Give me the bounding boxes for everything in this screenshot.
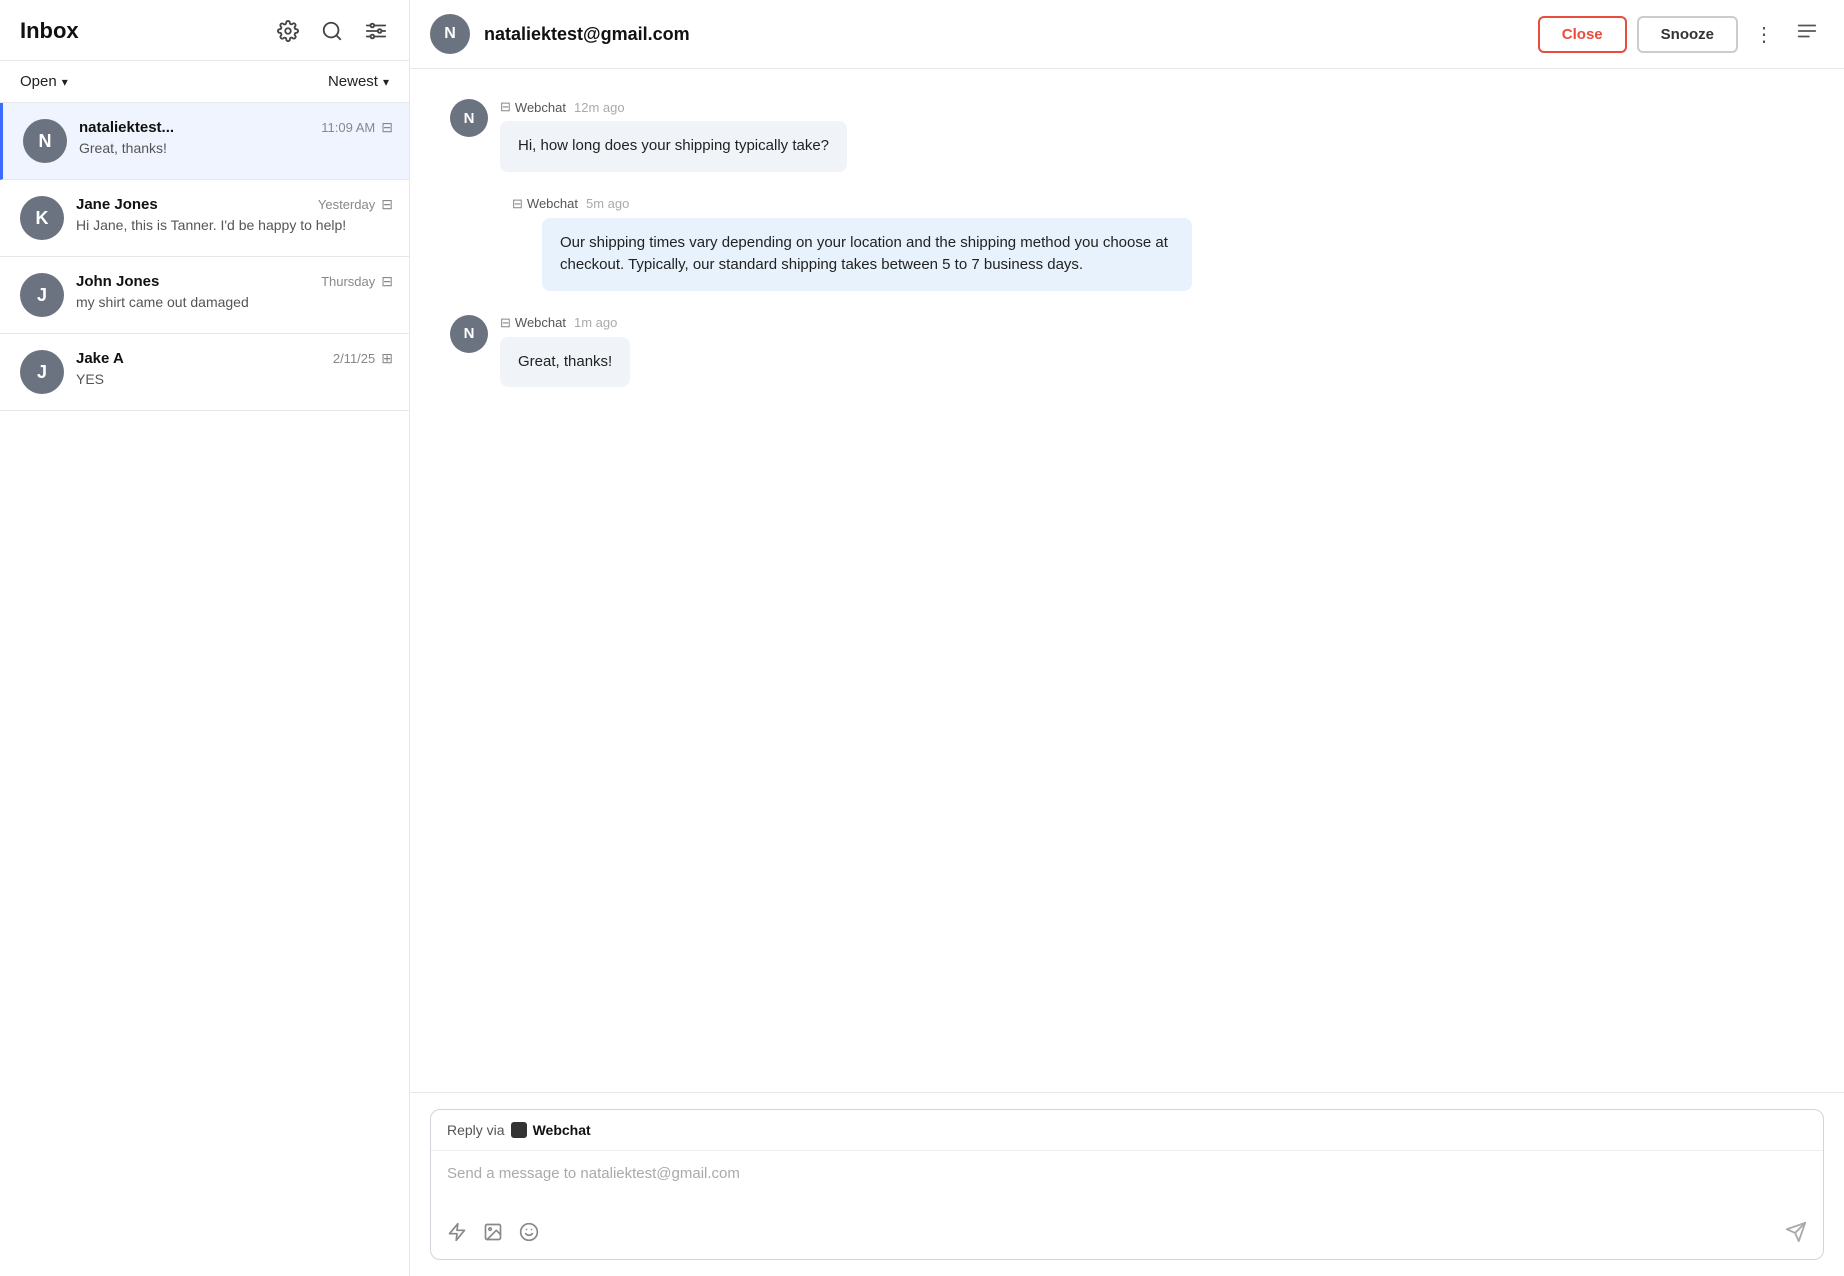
reply-header: Reply via Webchat xyxy=(431,1110,1823,1151)
conv-time: Yesterday xyxy=(318,197,375,212)
channel-name: Webchat xyxy=(527,196,578,211)
webchat-icon xyxy=(511,1122,527,1138)
msg-bubble: Hi, how long does your shipping typicall… xyxy=(500,121,847,172)
filter-icon xyxy=(365,20,387,42)
msg-time: 12m ago xyxy=(574,100,625,115)
reply-area: Reply via Webchat Send a message to nata… xyxy=(410,1092,1844,1276)
agent-msg-bubble: Our shipping times vary depending on you… xyxy=(542,218,1192,291)
conv-preview: YES xyxy=(76,371,393,387)
avatar: J xyxy=(20,273,64,317)
channel-icon: ⊟ xyxy=(500,315,511,331)
gear-icon xyxy=(277,20,299,42)
send-icon xyxy=(1785,1221,1807,1243)
conv-time: 11:09 AM xyxy=(321,120,375,135)
conv-content: Jane Jones Yesterday ⊟ Hi Jane, this is … xyxy=(76,196,393,233)
header-actions: Close Snooze ⋮ xyxy=(1538,16,1824,53)
msg-header: ⊟ Webchat 1m ago xyxy=(500,315,630,331)
conv-preview: Great, thanks! xyxy=(79,140,393,156)
reply-box: Reply via Webchat Send a message to nata… xyxy=(430,1109,1824,1260)
filter-button[interactable] xyxy=(363,18,389,44)
sort-chevron-icon: ▾ xyxy=(383,75,389,89)
msg-avatar: N xyxy=(450,99,488,137)
right-panel: N nataliektest@gmail.com Close Snooze ⋮ … xyxy=(410,0,1844,1276)
close-button[interactable]: Close xyxy=(1538,16,1627,53)
channel-name: Webchat xyxy=(515,315,566,330)
left-header: Inbox xyxy=(0,0,409,61)
conv-content: Jake A 2/11/25 ⊞ YES xyxy=(76,350,393,387)
sort-filter[interactable]: Newest ▾ xyxy=(328,73,389,90)
message-group: N ⊟ Webchat 12m ago Hi, how long does yo… xyxy=(450,99,1804,172)
conversation-list: N nataliektest... 11:09 AM ⊟ Great, than… xyxy=(0,103,409,1276)
msg-avatar: N xyxy=(450,315,488,353)
channel-badge: ⊟ Webchat xyxy=(500,99,566,115)
channel-badge: ⊟ Webchat xyxy=(500,315,566,331)
status-chevron-icon: ▾ xyxy=(62,75,68,89)
conv-time: Thursday xyxy=(321,274,375,289)
msg-bubble: Great, thanks! xyxy=(500,337,630,388)
reply-input-placeholder: Send a message to nataliektest@gmail.com xyxy=(431,1151,1823,1211)
conv-name: John Jones xyxy=(76,273,159,290)
header-icon-group xyxy=(275,18,389,44)
msg-time: 1m ago xyxy=(574,315,617,330)
panel-toggle-icon[interactable] xyxy=(1790,16,1824,52)
msg-body: ⊟ Webchat 12m ago Hi, how long does your… xyxy=(500,99,847,172)
snooze-button[interactable]: Snooze xyxy=(1637,16,1738,53)
channel-icon: ⊟ xyxy=(500,99,511,115)
conv-channel-icon: ⊟ xyxy=(381,273,393,290)
conv-meta: Yesterday ⊟ xyxy=(318,196,393,213)
conv-name: Jake A xyxy=(76,350,124,367)
msg-header: ⊟ Webchat 12m ago xyxy=(500,99,847,115)
conv-meta: Thursday ⊟ xyxy=(321,273,393,290)
right-avatar: N xyxy=(430,14,470,54)
contact-email: nataliektest@gmail.com xyxy=(484,24,1524,45)
reply-channel: Webchat xyxy=(533,1122,591,1138)
conv-name: nataliektest... xyxy=(79,119,174,136)
chat-area: N ⊟ Webchat 12m ago Hi, how long does yo… xyxy=(410,69,1844,1092)
conv-name: Jane Jones xyxy=(76,196,158,213)
search-icon xyxy=(321,20,343,42)
conv-channel-icon: ⊟ xyxy=(381,196,393,213)
more-options-icon[interactable]: ⋮ xyxy=(1748,18,1780,51)
conv-meta: 2/11/25 ⊞ xyxy=(333,350,393,367)
conv-channel-icon: ⊞ xyxy=(381,350,393,367)
filter-bar: Open ▾ Newest ▾ xyxy=(0,61,409,103)
conv-content: nataliektest... 11:09 AM ⊟ Great, thanks… xyxy=(79,119,393,156)
conv-preview: my shirt came out damaged xyxy=(76,294,393,310)
msg-body: ⊟ Webchat 1m ago Great, thanks! xyxy=(500,315,630,388)
msg-header: ⊟ Webchat 5m ago xyxy=(512,196,1192,212)
search-button[interactable] xyxy=(319,18,345,44)
conv-channel-icon: ⊟ xyxy=(381,119,393,136)
message-group: ⊟ Webchat 5m ago Our shipping times vary… xyxy=(450,196,1804,291)
lightning-icon[interactable] xyxy=(447,1222,467,1248)
list-item[interactable]: N nataliektest... 11:09 AM ⊟ Great, than… xyxy=(0,103,409,180)
conv-meta: 11:09 AM ⊟ xyxy=(321,119,393,136)
conv-content: John Jones Thursday ⊟ my shirt came out … xyxy=(76,273,393,310)
channel-icon: ⊟ xyxy=(512,196,523,212)
emoji-icon[interactable] xyxy=(519,1222,539,1248)
reply-via-label: Reply via xyxy=(447,1122,505,1138)
inbox-title: Inbox xyxy=(20,18,79,44)
msg-time: 5m ago xyxy=(586,196,629,211)
gear-button[interactable] xyxy=(275,18,301,44)
image-icon[interactable] xyxy=(483,1222,503,1248)
msg-body: ⊟ Webchat 5m ago Our shipping times vary… xyxy=(512,196,1192,291)
status-filter[interactable]: Open ▾ xyxy=(20,73,68,90)
right-header: N nataliektest@gmail.com Close Snooze ⋮ xyxy=(410,0,1844,69)
list-item[interactable]: K Jane Jones Yesterday ⊟ Hi Jane, this i… xyxy=(0,180,409,257)
avatar: J xyxy=(20,350,64,394)
avatar: N xyxy=(23,119,67,163)
avatar: K xyxy=(20,196,64,240)
message-group: N ⊟ Webchat 1m ago Great, thanks! xyxy=(450,315,1804,388)
send-button[interactable] xyxy=(1785,1221,1807,1249)
list-item[interactable]: J Jake A 2/11/25 ⊞ YES xyxy=(0,334,409,411)
channel-name: Webchat xyxy=(515,100,566,115)
left-panel: Inbox Open ▾ xyxy=(0,0,410,1276)
channel-badge: ⊟ Webchat xyxy=(512,196,578,212)
list-item[interactable]: J John Jones Thursday ⊟ my shirt came ou… xyxy=(0,257,409,334)
conv-preview: Hi Jane, this is Tanner. I'd be happy to… xyxy=(76,217,393,233)
conv-time: 2/11/25 xyxy=(333,351,375,366)
reply-toolbar xyxy=(431,1211,1823,1259)
